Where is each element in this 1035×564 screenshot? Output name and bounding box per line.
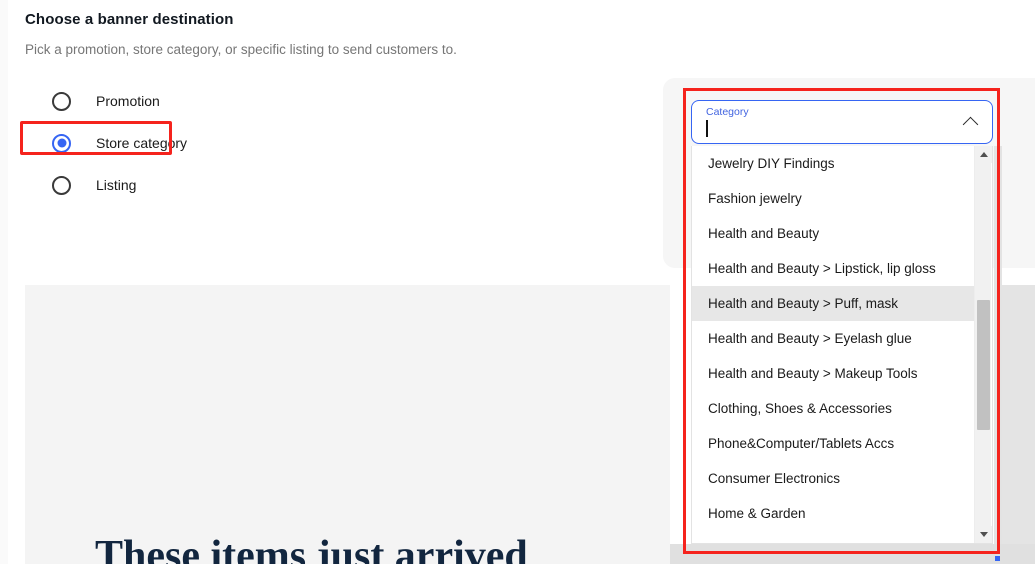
- triangle-down-icon: [980, 532, 988, 537]
- banner-preview-heading: These items just arrived: [95, 533, 528, 564]
- list-item[interactable]: Health and Beauty > Lipstick, lip gloss: [692, 251, 974, 286]
- banner-preview: These items just arrived: [25, 285, 670, 564]
- category-option-list[interactable]: Jewelry DIY Findings Fashion jewelry Hea…: [691, 146, 993, 544]
- radio-circle-icon: [52, 92, 71, 111]
- radio-option-store-category[interactable]: Store category: [25, 122, 665, 164]
- list-item[interactable]: Home & Garden: [692, 496, 974, 531]
- list-item[interactable]: Health and Beauty > Eyelash glue: [692, 321, 974, 356]
- destination-radio-group: Promotion Store category Listing: [25, 80, 665, 206]
- list-item[interactable]: Consumer Electronics: [692, 461, 974, 496]
- dropdown-outer-gutter: [994, 146, 1002, 544]
- radio-label-listing: Listing: [96, 176, 136, 194]
- scroll-down-button[interactable]: [975, 526, 992, 543]
- screen-root: Choose a banner destination Pick a promo…: [0, 0, 1035, 564]
- dropdown-scrollbar[interactable]: [974, 146, 991, 543]
- page-left-gutter: [0, 0, 8, 564]
- radio-circle-icon: [52, 176, 71, 195]
- radio-circle-selected-icon: [52, 134, 71, 153]
- list-item[interactable]: Jewelry DIY Findings: [692, 146, 974, 181]
- page-title: Choose a banner destination: [25, 10, 665, 30]
- bottom-page-strip: [670, 544, 1035, 564]
- banner-destination-section: Choose a banner destination Pick a promo…: [25, 10, 665, 206]
- triangle-up-icon: [980, 152, 988, 157]
- list-item[interactable]: Health and Beauty: [692, 216, 974, 251]
- category-input[interactable]: [692, 101, 958, 143]
- cursor-marker: [995, 556, 1000, 561]
- scrollbar-thumb[interactable]: [977, 300, 990, 430]
- list-item[interactable]: Fashion jewelry: [692, 181, 974, 216]
- list-item[interactable]: Baby's Clothing, Shoes & A: [692, 531, 974, 544]
- chevron-up-icon[interactable]: [954, 101, 986, 143]
- radio-option-listing[interactable]: Listing: [25, 164, 665, 206]
- right-page-background: [1002, 285, 1035, 564]
- radio-option-promotion[interactable]: Promotion: [25, 80, 665, 122]
- radio-label-store-category: Store category: [96, 134, 187, 152]
- category-option-scroll-content: Jewelry DIY Findings Fashion jewelry Hea…: [692, 146, 974, 543]
- list-item[interactable]: Clothing, Shoes & Accessories: [692, 391, 974, 426]
- list-item-highlighted[interactable]: Health and Beauty > Puff, mask: [692, 286, 974, 321]
- scroll-up-button[interactable]: [975, 146, 992, 163]
- list-item[interactable]: Phone&Computer/Tablets Accs: [692, 426, 974, 461]
- page-subtitle: Pick a promotion, store category, or spe…: [25, 41, 665, 59]
- category-combobox-box[interactable]: Category: [691, 100, 993, 144]
- category-combobox[interactable]: Category: [691, 100, 993, 144]
- radio-label-promotion: Promotion: [96, 92, 160, 110]
- list-item[interactable]: Health and Beauty > Makeup Tools: [692, 356, 974, 391]
